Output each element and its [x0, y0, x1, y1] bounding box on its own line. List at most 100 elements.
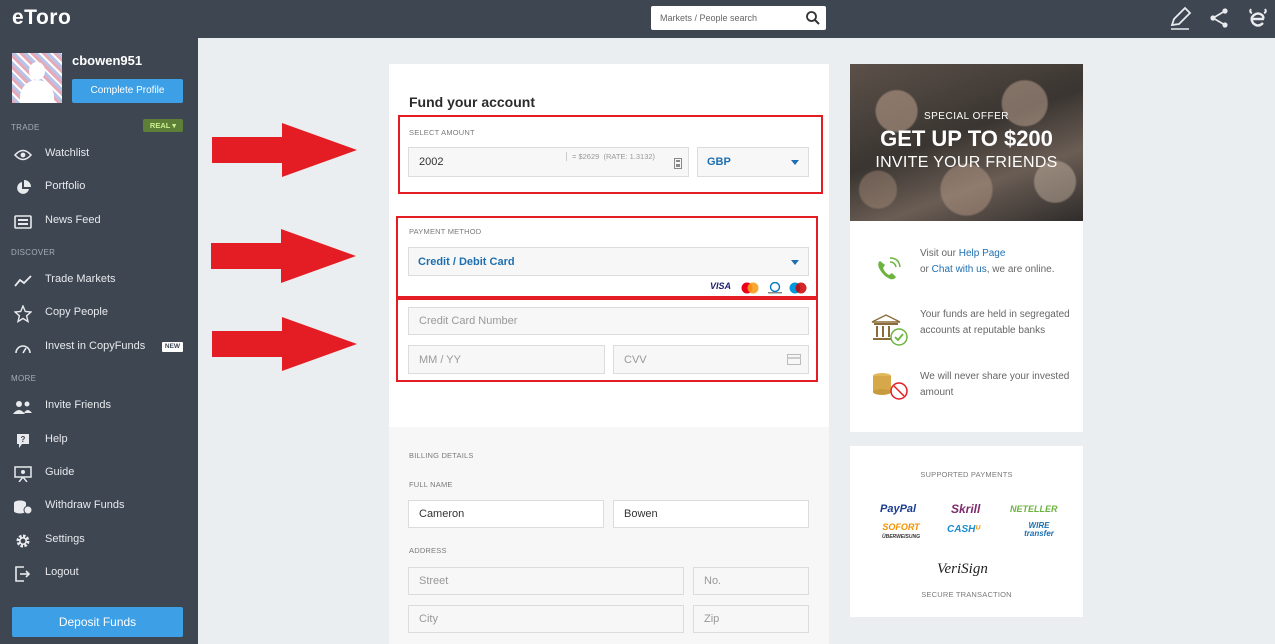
sidebar-item-label: Copy People: [45, 306, 108, 318]
trade-section-label: TRADE: [11, 123, 40, 132]
last-name-value: Bowen: [624, 508, 658, 520]
page-title: Fund your account: [409, 94, 535, 110]
full-name-label: FULL NAME: [409, 480, 453, 489]
sidebar-item-trade-markets[interactable]: Trade Markets: [0, 264, 198, 296]
first-name-field[interactable]: Cameron: [408, 500, 604, 528]
invite-friends-promo-banner[interactable]: SPECIAL OFFER GET UP TO $200 INVITE YOUR…: [850, 64, 1083, 221]
username[interactable]: cbowen951: [72, 53, 142, 68]
arrow-right-icon: [211, 229, 356, 283]
city-placeholder: City: [419, 613, 438, 625]
house-number-placeholder: No.: [704, 575, 722, 587]
arrow-right-icon: [212, 123, 357, 177]
account-mode-badge[interactable]: REAL ▾: [143, 119, 183, 132]
sidebar-item-label: News Feed: [45, 214, 101, 226]
sofort-logo: SOFORT ÜBERWEISUNG: [882, 523, 920, 541]
first-name-value: Cameron: [419, 508, 465, 520]
sofort-name: SOFORT: [882, 522, 920, 532]
etoro-e-icon[interactable]: [1246, 6, 1270, 30]
help-info-text: Visit our Help Page or Chat with us, we a…: [920, 246, 1070, 278]
pie-chart-icon: [13, 179, 33, 196]
street-placeholder: Street: [419, 575, 449, 587]
highlight-box-card-details: [396, 298, 818, 382]
star-icon: [13, 304, 33, 323]
promo-line-3: INVITE YOUR FRIENDS: [875, 154, 1058, 171]
sofort-sub: ÜBERWEISUNG: [882, 534, 920, 540]
sidebar-item-label: Invite Friends: [45, 399, 112, 411]
presentation-icon: [13, 465, 33, 482]
coins-icon: [13, 498, 33, 515]
sidebar-item-portfolio[interactable]: Portfolio: [0, 171, 198, 203]
search-icon[interactable]: [805, 10, 821, 26]
sidebar-item-guide[interactable]: Guide: [0, 457, 198, 489]
last-name-field[interactable]: Bowen: [613, 500, 809, 528]
sidebar-item-invite-friends[interactable]: Invite Friends: [0, 390, 198, 422]
eye-icon: [13, 146, 33, 163]
zip-field[interactable]: Zip: [693, 605, 809, 633]
sidebar-item-settings[interactable]: Settings: [0, 524, 198, 556]
address-label: ADDRESS: [409, 546, 447, 555]
bank-check-icon: [870, 313, 910, 347]
avatar[interactable]: [12, 53, 62, 103]
funds-info-text: Your funds are held in segregated accoun…: [920, 309, 1070, 336]
sidebar-item-label: Portfolio: [45, 180, 86, 192]
sidebar-item-label: Watchlist: [45, 147, 90, 159]
secure-transaction-label: SECURE TRANSACTION: [921, 590, 1012, 599]
help-suffix: , we are online.: [986, 264, 1055, 275]
verisign-logo: VeriSign: [937, 561, 988, 577]
gauge-icon: [13, 339, 33, 356]
sidebar-item-copy-people[interactable]: Copy People: [0, 297, 198, 329]
sidebar-item-help[interactable]: ? Help: [0, 424, 198, 456]
city-field[interactable]: City: [408, 605, 684, 633]
svg-text:?: ?: [21, 435, 26, 444]
help-page-link[interactable]: Help Page: [959, 248, 1006, 259]
neteller-logo: NETELLER: [1010, 504, 1058, 514]
new-badge: NEW: [162, 342, 183, 352]
more-section-label: MORE: [11, 374, 37, 383]
sidebar-item-news-feed[interactable]: News Feed: [0, 205, 198, 237]
complete-profile-button[interactable]: Complete Profile: [72, 79, 183, 103]
sidebar-item-logout[interactable]: Logout: [0, 557, 198, 589]
newspaper-icon: [13, 213, 33, 230]
phone-icon: [870, 253, 910, 287]
highlight-box-payment-method: [396, 216, 818, 298]
deposit-funds-button[interactable]: Deposit Funds: [12, 607, 183, 637]
privacy-info-text: We will never share your invested amount: [920, 371, 1070, 398]
sidebar-item-label: Trade Markets: [45, 273, 116, 285]
paypal-logo: PayPal: [880, 503, 917, 515]
help-mid: or: [920, 264, 932, 275]
sidebar-item-label: Settings: [45, 533, 85, 545]
etoro-logo[interactable]: eToro: [12, 6, 71, 30]
sidebar-item-label: Help: [45, 433, 68, 445]
gear-icon: [13, 532, 33, 549]
skrill-logo: Skrill: [951, 502, 981, 516]
sidebar-item-label: Guide: [45, 466, 75, 478]
pencil-icon[interactable]: [1168, 6, 1192, 30]
logout-icon: [13, 565, 33, 582]
help-icon: ?: [13, 432, 33, 449]
highlight-box-amount: [398, 115, 823, 194]
help-prefix: Visit our: [920, 248, 959, 259]
cashu-logo: CASHᵁ: [947, 524, 981, 535]
house-number-field[interactable]: No.: [693, 567, 809, 595]
billing-details-label: BILLING DETAILS: [409, 451, 474, 460]
users-icon: [13, 398, 33, 415]
arrow-right-icon: [212, 317, 357, 371]
promo-line-1: SPECIAL OFFER: [923, 111, 1010, 122]
wire-transfer-logo: WIRE transfer: [1024, 521, 1054, 538]
share-icon[interactable]: [1207, 6, 1231, 30]
search-input[interactable]: Markets / People search: [651, 6, 826, 30]
sidebar-item-label: Withdraw Funds: [45, 499, 125, 511]
chat-link[interactable]: Chat with us: [932, 264, 987, 275]
sidebar-item-watchlist[interactable]: Watchlist: [0, 138, 198, 170]
promo-line-2: GET UP TO $200: [880, 126, 1053, 151]
zip-placeholder: Zip: [704, 613, 720, 625]
street-field[interactable]: Street: [408, 567, 684, 595]
sidebar-item-label: Invest in CopyFunds: [45, 340, 146, 352]
cashu-name: CASH: [947, 524, 976, 535]
sidebar-item-withdraw-funds[interactable]: Withdraw Funds: [0, 490, 198, 522]
account-mode-label: REAL: [149, 121, 171, 130]
supported-payments-title: SUPPORTED PAYMENTS: [920, 470, 1013, 479]
coins-no-share-icon: [870, 368, 910, 402]
discover-section-label: DISCOVER: [11, 248, 56, 257]
sidebar-item-label: Logout: [45, 566, 79, 578]
